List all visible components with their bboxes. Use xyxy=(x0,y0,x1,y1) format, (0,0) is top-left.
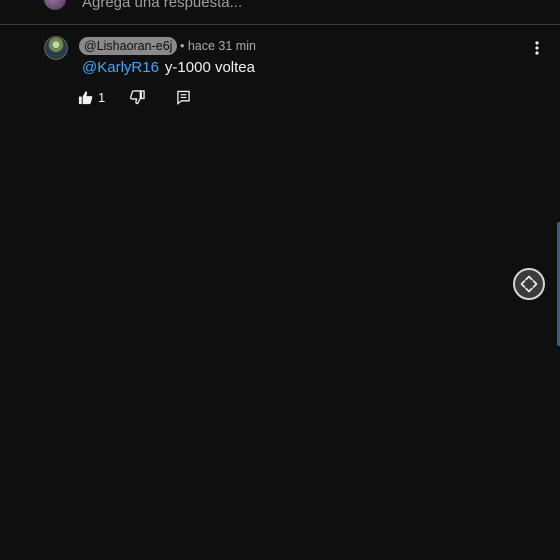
expand-arrows-icon xyxy=(520,275,538,293)
commenter-avatar[interactable] xyxy=(44,36,68,60)
thumbs-down-icon xyxy=(130,90,145,105)
reply-placeholder[interactable]: Agrega una respuesta... xyxy=(82,0,242,11)
reply-input-bar[interactable]: Agrega una respuesta... xyxy=(0,0,560,24)
mention-link[interactable]: @KarlyR16 xyxy=(82,59,159,76)
fullscreen-button[interactable] xyxy=(513,268,545,300)
reply-comment-icon xyxy=(177,90,190,105)
reply-button[interactable] xyxy=(176,90,191,105)
comment-body: y-1000 voltea xyxy=(164,59,255,76)
dislike-button[interactable] xyxy=(130,90,145,105)
thumbs-up-icon xyxy=(78,91,93,105)
comment-text: @KarlyR16 y-1000 voltea xyxy=(82,59,255,76)
user-avatar xyxy=(44,0,66,10)
comment-author-handle[interactable]: @Lishaoran-e6j xyxy=(79,37,178,55)
like-count: 1 xyxy=(98,90,106,105)
more-vertical-icon[interactable] xyxy=(528,38,546,58)
divider xyxy=(0,24,560,25)
comment-timestamp: • hace 31 min xyxy=(180,39,256,53)
like-button[interactable]: 1 xyxy=(78,90,105,105)
comment-item: @Lishaoran-e6j • hace 31 min @KarlyR16 y-… xyxy=(0,34,560,114)
